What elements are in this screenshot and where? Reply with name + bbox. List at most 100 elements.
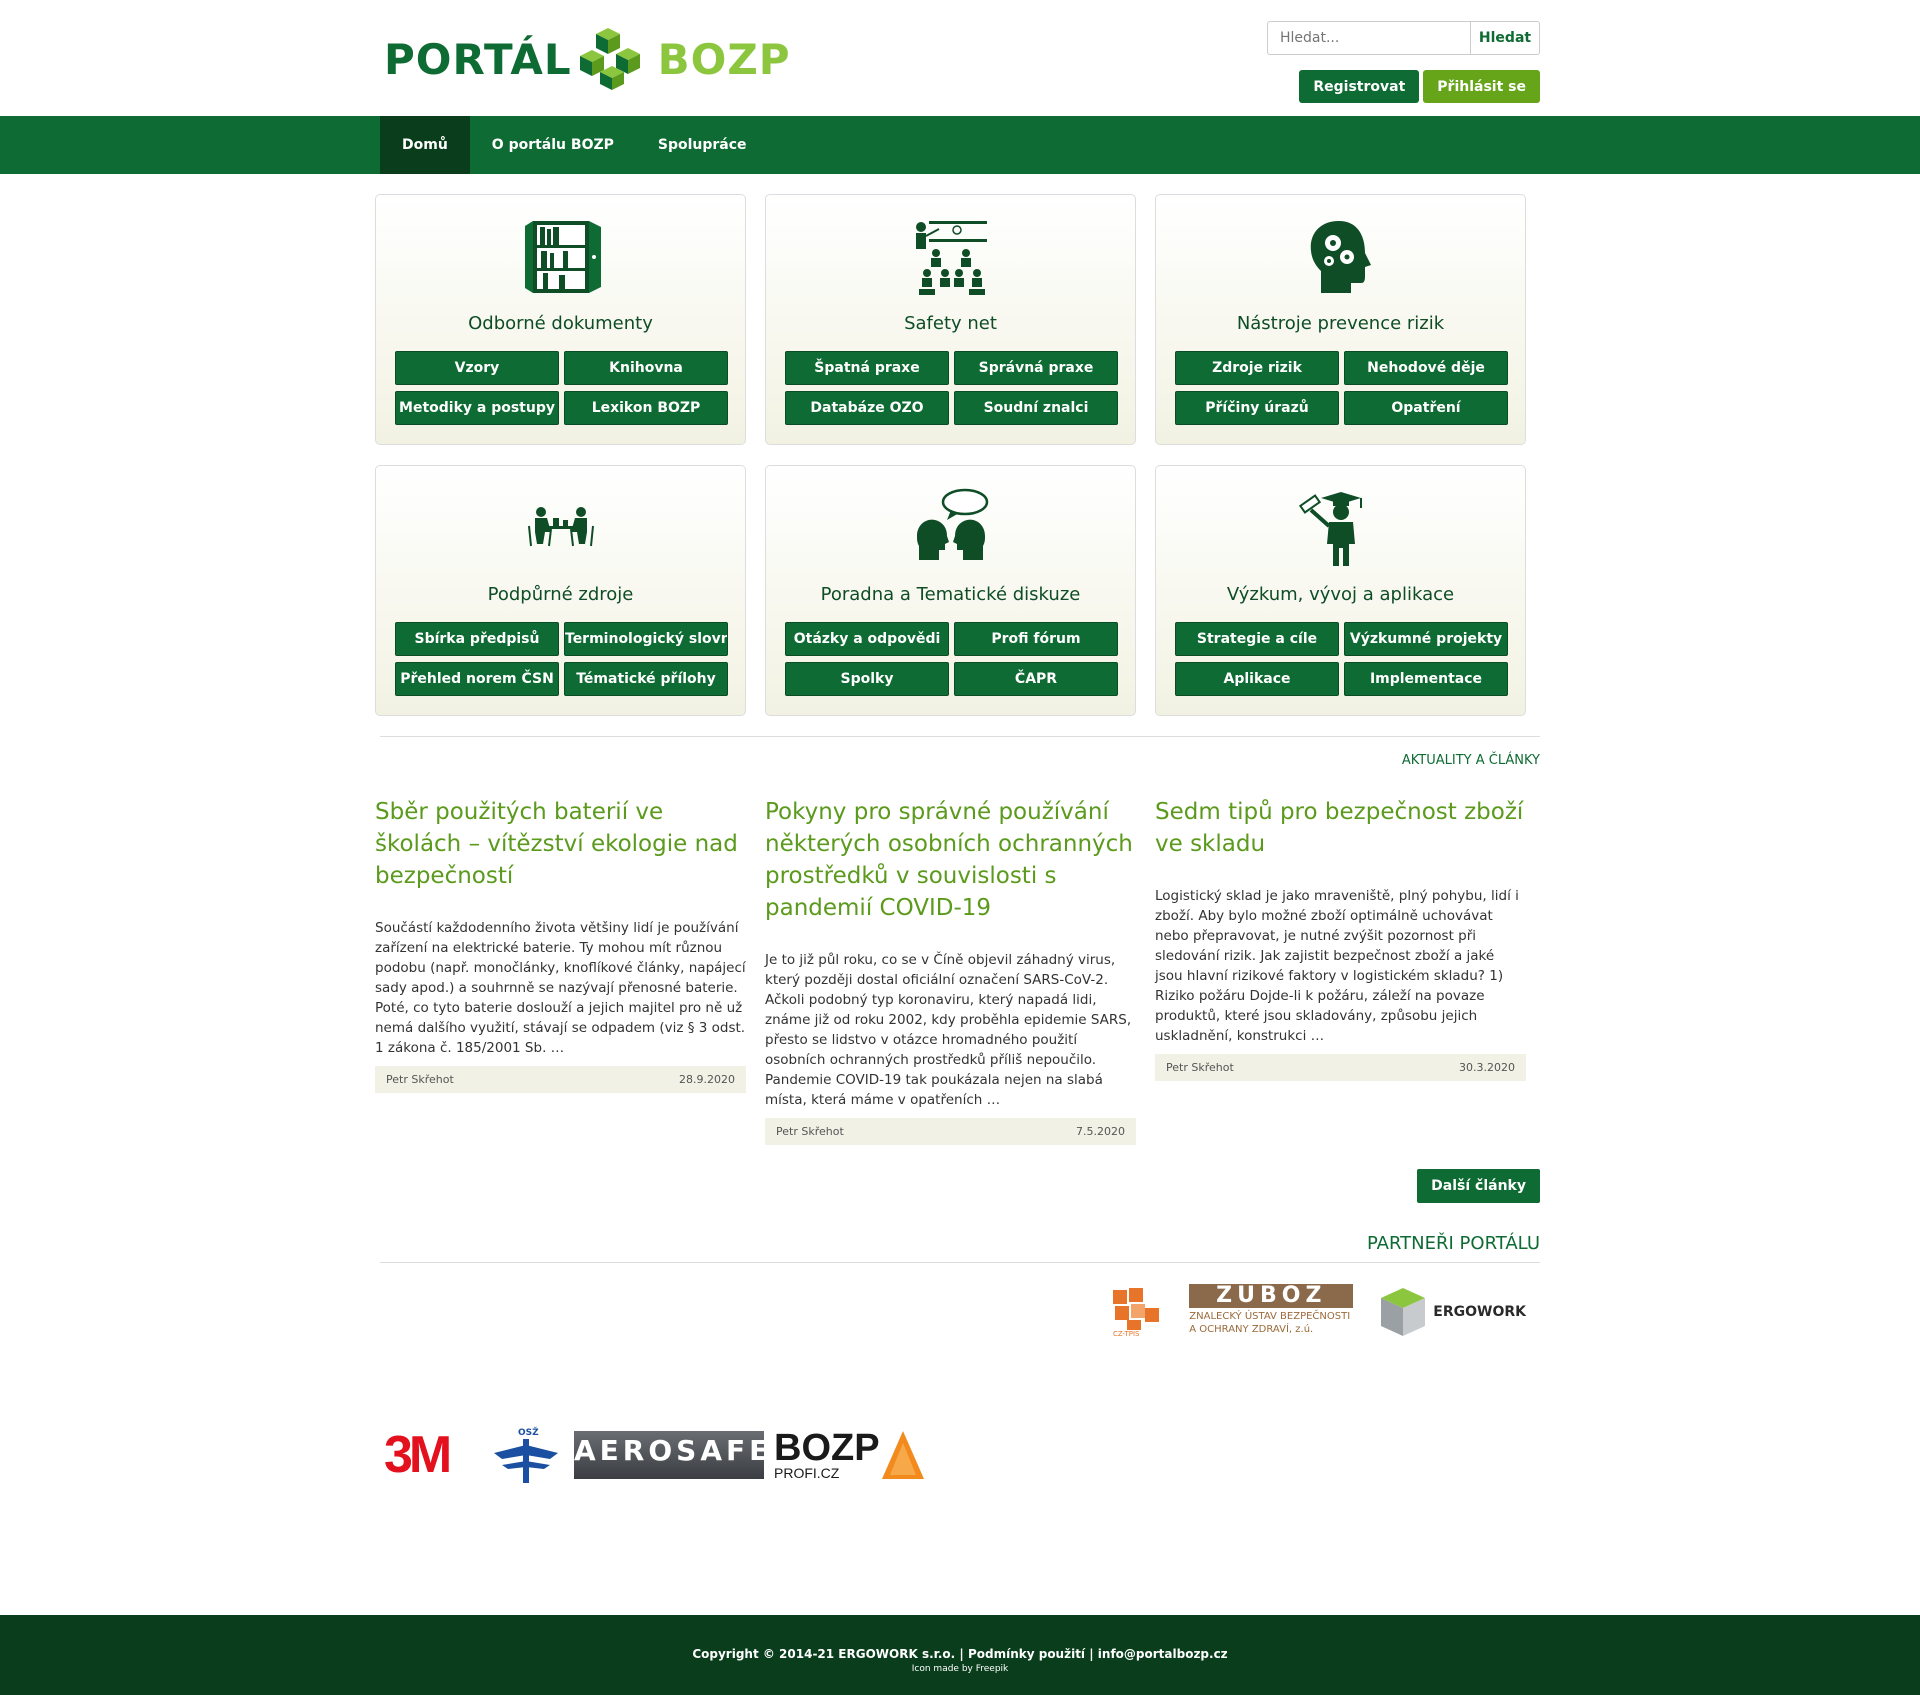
strategy-button[interactable]: Strategie a cíle [1175, 622, 1339, 656]
logo-text-left: PORTÁL [384, 34, 572, 84]
portal-logo[interactable]: PORTÁL BOZP [384, 26, 791, 92]
search-input[interactable] [1267, 21, 1470, 55]
article-date: 7.5.2020 [1076, 1125, 1125, 1138]
panel-counseling: Poradna a Tematické diskuze Otázky a odp… [765, 465, 1136, 716]
more-articles-row: Další články [380, 1169, 1540, 1203]
profi-forum-button[interactable]: Profi fórum [954, 622, 1118, 656]
ozo-database-button[interactable]: Databáze OZO [785, 391, 949, 425]
csn-standards-button[interactable]: Přehled norem ČSN [395, 662, 559, 696]
measures-button[interactable]: Opatření [1344, 391, 1508, 425]
register-button[interactable]: Registrovat [1299, 70, 1420, 103]
partner-logos: CZ-TPIS ZÚBOZ ZNALECKÝ ÚSTAV BEZPEČNOSTI… [380, 1277, 1540, 1347]
logo-text-right: BOZP [657, 34, 791, 84]
capr-button[interactable]: ČAPR [954, 662, 1118, 696]
article-author: Petr Skřehot [1166, 1061, 1234, 1074]
search-form: Hledat [1267, 21, 1540, 55]
bad-practice-button[interactable]: Špatná praxe [785, 351, 949, 385]
accident-events-button[interactable]: Nehodové děje [1344, 351, 1508, 385]
panel-expert-documents: Odborné dokumenty Vzory Knihovna Metodik… [375, 194, 746, 445]
library-button[interactable]: Knihovna [564, 351, 728, 385]
meeting-table-icon [527, 507, 594, 547]
article-author: Petr Skřehot [386, 1073, 454, 1086]
qa-button[interactable]: Otázky a odpovědi [785, 622, 949, 656]
article-date: 30.3.2020 [1459, 1061, 1515, 1074]
auth-buttons: Registrovat Přihlásit se [1299, 70, 1540, 103]
article-card: Sedm tipů pro bezpečnost zboží ve skladu… [1155, 796, 1526, 1081]
applications-button[interactable]: Aplikace [1175, 662, 1339, 696]
panel-title: Safety net [904, 313, 997, 334]
methodologies-button[interactable]: Metodiky a postupy [395, 391, 559, 425]
ergowork-cube-icon [1381, 1288, 1426, 1336]
nav-item-home[interactable]: Domů [380, 116, 470, 174]
article-title[interactable]: Sedm tipů pro bezpečnost zboží ve skladu [1155, 796, 1526, 860]
article-author: Petr Skřehot [776, 1125, 844, 1138]
article-title[interactable]: Pokyny pro správné používání některých o… [765, 796, 1136, 924]
category-panels: Odborné dokumenty Vzory Knihovna Metodik… [375, 194, 1540, 716]
article-title[interactable]: Sběr použitých baterií ve školách – vítě… [375, 796, 746, 892]
panel-title: Poradna a Tematické diskuze [820, 584, 1081, 605]
footer-credit: Icon made by Freepik [911, 1664, 1009, 1674]
article-excerpt: Logistický sklad je jako mraveniště, pln… [1155, 888, 1519, 1044]
cztpis-logo-text: CZ-TPIS [1113, 1330, 1140, 1338]
panel-safety-net: Safety net Špatná praxe Správná praxe Da… [765, 194, 1136, 445]
cztpis-logo[interactable]: CZ-TPIS [1109, 1284, 1165, 1340]
sponsor-logos: 3M OSŽ AEROSAFE BOZP PROFI.CZ [384, 1425, 1540, 1485]
news-section-heading[interactable]: AKTUALITY A ČLÁNKY [380, 736, 1540, 768]
associations-button[interactable]: Spolky [785, 662, 949, 696]
footer-copyright[interactable]: Copyright © 2014-21 ERGOWORK s.r.o. | Po… [0, 1647, 1920, 1661]
cubes-logo-icon [579, 28, 640, 90]
panel-risk-prevention: Nástroje prevence rizik Zdroje rizik Neh… [1155, 194, 1526, 445]
osz-logo-text: OSŽ [518, 1426, 539, 1438]
ergowork-logo[interactable]: ERGOWORK [1377, 1284, 1526, 1340]
site-footer: Copyright © 2014-21 ERGOWORK s.r.o. | Po… [0, 1615, 1920, 1695]
nav-item-about[interactable]: O portálu BOZP [470, 116, 636, 174]
article-meta: Petr Skřehot 28.9.2020 [375, 1066, 746, 1093]
article-card: Sběr použitých baterií ve školách – vítě… [375, 796, 746, 1093]
article-date: 28.9.2020 [679, 1073, 735, 1086]
panel-title: Podpůrné zdroje [487, 584, 634, 605]
zuboz-logo-text: ZÚBOZ [1189, 1284, 1354, 1308]
dialogue-heads-icon [916, 488, 988, 560]
panel-support-resources: Podpůrné zdroje Sbírka předpisů Terminol… [375, 465, 746, 716]
head-gears-icon [1310, 221, 1371, 293]
bozp-profi-logo[interactable]: BOZP PROFI.CZ [774, 1429, 926, 1481]
aerosafe-logo[interactable]: AEROSAFE [574, 1431, 768, 1479]
panel-title: Odborné dokumenty [468, 313, 653, 334]
thematic-attachments-button[interactable]: Tématické přílohy [564, 662, 728, 696]
zuboz-logo-subtitle-2: A OCHRANY ZDRAVÍ, z.ú. [1189, 1324, 1314, 1335]
main-nav: Domů O portálu BOZP Spolupráce [0, 116, 1920, 174]
lexicon-button[interactable]: Lexikon BOZP [564, 391, 728, 425]
panel-title: Výzkum, vývoj a aplikace [1226, 584, 1455, 605]
templates-button[interactable]: Vzory [395, 351, 559, 385]
article-meta: Petr Skřehot 7.5.2020 [765, 1118, 1136, 1145]
osz-logo[interactable]: OSŽ [490, 1425, 564, 1485]
ergowork-logo-text: ERGOWORK [1433, 1304, 1526, 1320]
presentation-icon [915, 221, 987, 295]
implementation-button[interactable]: Implementace [1344, 662, 1508, 696]
site-header: PORTÁL BOZP Hledat Registrovat Přihlásit… [380, 0, 1540, 116]
nav-item-cooperation[interactable]: Spolupráce [636, 116, 769, 174]
login-button[interactable]: Přihlásit se [1423, 70, 1540, 103]
panel-title: Nástroje prevence rizik [1236, 313, 1445, 334]
bookcase-icon [524, 221, 601, 293]
good-practice-button[interactable]: Správná praxe [954, 351, 1118, 385]
risk-sources-button[interactable]: Zdroje rizik [1175, 351, 1339, 385]
3m-logo[interactable]: 3M [384, 1427, 480, 1483]
partners-heading: PARTNEŘI PORTÁLU [380, 1233, 1540, 1263]
search-button[interactable]: Hledat [1470, 21, 1540, 55]
research-projects-button[interactable]: Výzkumné projekty [1344, 622, 1508, 656]
glossary-button[interactable]: Terminologický slovník [564, 622, 728, 656]
regulations-button[interactable]: Sbírka předpisů [395, 622, 559, 656]
article-card: Pokyny pro správné používání některých o… [765, 796, 1136, 1145]
zuboz-logo-subtitle-1: ZNALECKÝ ÚSTAV BEZPEČNOSTI [1189, 1311, 1351, 1322]
injury-causes-button[interactable]: Příčiny úrazů [1175, 391, 1339, 425]
article-meta: Petr Skřehot 30.3.2020 [1155, 1054, 1526, 1081]
court-experts-button[interactable]: Soudní znalci [954, 391, 1118, 425]
main-content: Odborné dokumenty Vzory Knihovna Metodik… [375, 194, 1540, 1485]
panel-research: Výzkum, vývoj a aplikace Strategie a cíl… [1155, 465, 1526, 716]
article-excerpt: Součástí každodenního života většiny lid… [375, 920, 746, 1056]
graduate-icon [1298, 492, 1362, 566]
article-list: Sběr použitých baterií ve školách – vítě… [375, 796, 1540, 1145]
more-articles-button[interactable]: Další články [1417, 1169, 1540, 1203]
zuboz-logo[interactable]: ZÚBOZ ZNALECKÝ ÚSTAV BEZPEČNOSTI A OCHRA… [1189, 1284, 1354, 1340]
